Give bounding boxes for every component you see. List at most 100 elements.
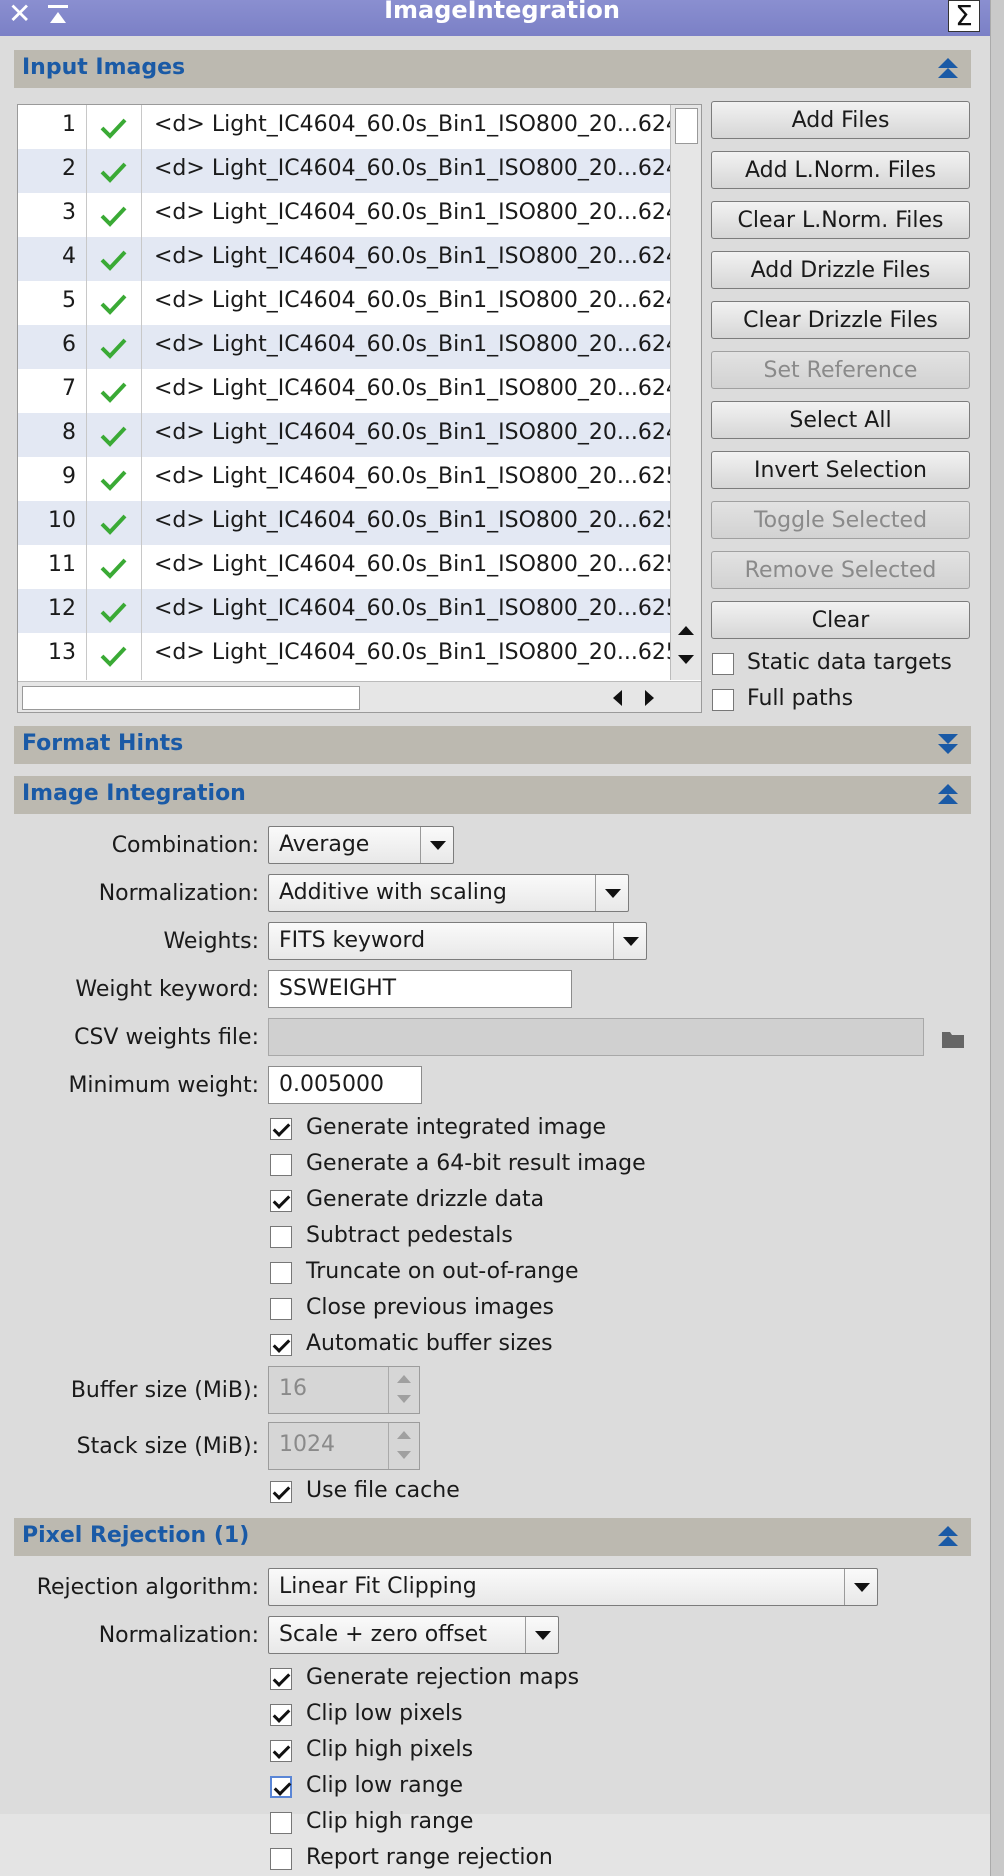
invert-selection-button[interactable]: Invert Selection: [711, 451, 970, 489]
close-previous-images-checkbox[interactable]: [270, 1298, 292, 1320]
vertical-scrollbar[interactable]: [670, 105, 701, 680]
generate-integrated-image-checkbox[interactable]: [270, 1118, 292, 1140]
csv-weights-input[interactable]: [268, 1018, 924, 1056]
file-name: <d> Light_IC4604_60.0s_Bin1_ISO800_20...…: [154, 552, 670, 577]
collapse-section-icon[interactable]: [935, 54, 961, 82]
enabled-check-icon[interactable]: [98, 465, 128, 495]
truncate-on-out-of-range-checkbox[interactable]: [270, 1262, 292, 1284]
spin-up-icon[interactable]: [397, 1375, 411, 1383]
enabled-check-icon[interactable]: [98, 377, 128, 407]
combination-select[interactable]: Average: [268, 826, 454, 864]
table-row[interactable]: 1 <d> Light_IC4604_60.0s_Bin1_ISO800_20..…: [18, 105, 670, 149]
table-row[interactable]: 8 <d> Light_IC4604_60.0s_Bin1_ISO800_20..…: [18, 413, 670, 457]
generate-integrated-image-label: Generate integrated image: [306, 1115, 607, 1140]
collapse-section-icon[interactable]: [935, 780, 961, 808]
enabled-check-icon[interactable]: [98, 421, 128, 451]
rejection-normalization-select[interactable]: Scale + zero offset: [268, 1616, 559, 1654]
generate-a-64-bit-result-image-checkbox[interactable]: [270, 1154, 292, 1176]
enabled-check-icon[interactable]: [98, 333, 128, 363]
spin-down-icon[interactable]: [397, 1451, 411, 1459]
enabled-check-icon[interactable]: [98, 157, 128, 187]
full-paths-checkbox[interactable]: [712, 689, 734, 711]
file-name: <d> Light_IC4604_60.0s_Bin1_ISO800_20...…: [154, 464, 670, 489]
spin-arrows[interactable]: [388, 1423, 419, 1469]
chevron-down-icon[interactable]: [525, 1617, 558, 1653]
table-row[interactable]: 6 <d> Light_IC4604_60.0s_Bin1_ISO800_20..…: [18, 325, 670, 369]
enabled-check-icon[interactable]: [98, 201, 128, 231]
spin-arrows[interactable]: [388, 1367, 419, 1413]
add-files-button[interactable]: Add Files: [711, 101, 970, 139]
select-all-button[interactable]: Select All: [711, 401, 970, 439]
subtract-pedestals-checkbox[interactable]: [270, 1226, 292, 1248]
clear-drizzle-files-button[interactable]: Clear Drizzle Files: [711, 301, 970, 339]
section-format-hints[interactable]: Format Hints: [14, 726, 971, 764]
table-row[interactable]: 2 <d> Light_IC4604_60.0s_Bin1_ISO800_20..…: [18, 149, 670, 193]
clear-lnorm-files-button[interactable]: Clear L.Norm. Files: [711, 201, 970, 239]
table-row[interactable]: 7 <d> Light_IC4604_60.0s_Bin1_ISO800_20..…: [18, 369, 670, 413]
table-row[interactable]: 5 <d> Light_IC4604_60.0s_Bin1_ISO800_20..…: [18, 281, 670, 325]
normalization-select[interactable]: Additive with scaling: [268, 874, 629, 912]
enabled-check-icon[interactable]: [98, 245, 128, 275]
clip-high-pixels-checkbox[interactable]: [270, 1740, 292, 1762]
generate-drizzle-data-checkbox[interactable]: [270, 1190, 292, 1212]
add-lnorm-files-button[interactable]: Add L.Norm. Files: [711, 151, 970, 189]
section-image-integration[interactable]: Image Integration: [14, 776, 971, 814]
toggle-selected-button[interactable]: Toggle Selected: [711, 501, 970, 539]
weight-keyword-input[interactable]: SSWEIGHT: [268, 970, 572, 1008]
spin-up-icon[interactable]: [397, 1431, 411, 1439]
set-reference-button[interactable]: Set Reference: [711, 351, 970, 389]
horizontal-scrollbar[interactable]: [18, 681, 701, 712]
clip-low-pixels-checkbox[interactable]: [270, 1704, 292, 1726]
enabled-check-icon[interactable]: [98, 289, 128, 319]
remove-selected-button[interactable]: Remove Selected: [711, 551, 970, 589]
buffer-size-value: 16: [279, 1376, 307, 1401]
table-row[interactable]: 12 <d> Light_IC4604_60.0s_Bin1_ISO800_20.…: [18, 589, 670, 633]
scroll-left-icon[interactable]: [610, 689, 624, 707]
use-file-cache-checkbox[interactable]: [270, 1481, 292, 1503]
automatic-buffer-sizes-checkbox[interactable]: [270, 1334, 292, 1356]
table-row[interactable]: 3 <d> Light_IC4604_60.0s_Bin1_ISO800_20..…: [18, 193, 670, 237]
clear-button[interactable]: Clear: [711, 601, 970, 639]
static-data-targets-checkbox[interactable]: [712, 653, 734, 675]
clip-low-range-checkbox[interactable]: [270, 1776, 292, 1798]
enabled-check-icon[interactable]: [98, 509, 128, 539]
table-row[interactable]: 11 <d> Light_IC4604_60.0s_Bin1_ISO800_20.…: [18, 545, 670, 589]
process-sigma-icon[interactable]: Σ: [948, 0, 980, 32]
input-files-table[interactable]: 1 <d> Light_IC4604_60.0s_Bin1_ISO800_20..…: [17, 104, 702, 713]
clip-high-range-checkbox[interactable]: [270, 1812, 292, 1834]
table-row[interactable]: 13 <d> Light_IC4604_60.0s_Bin1_ISO800_20.…: [18, 633, 670, 677]
section-input-images[interactable]: Input Images: [14, 50, 971, 88]
scroll-right-icon[interactable]: [643, 689, 657, 707]
chevron-down-icon[interactable]: [420, 827, 453, 863]
add-drizzle-files-button[interactable]: Add Drizzle Files: [711, 251, 970, 289]
collapse-section-icon[interactable]: [935, 1522, 961, 1550]
scroll-up-icon[interactable]: [677, 623, 695, 637]
report-range-rejection-checkbox[interactable]: [270, 1848, 292, 1870]
minimum-weight-input[interactable]: 0.005000: [268, 1066, 422, 1104]
table-row[interactable]: 4 <d> Light_IC4604_60.0s_Bin1_ISO800_20..…: [18, 237, 670, 281]
chevron-down-icon[interactable]: [595, 875, 628, 911]
spin-down-icon[interactable]: [397, 1395, 411, 1403]
enabled-check-icon[interactable]: [98, 553, 128, 583]
enabled-check-icon[interactable]: [98, 113, 128, 143]
scroll-thumb[interactable]: [22, 686, 360, 710]
scroll-down-icon[interactable]: [677, 653, 695, 667]
enabled-check-icon[interactable]: [98, 597, 128, 627]
enabled-check-icon[interactable]: [98, 641, 128, 671]
expand-section-icon[interactable]: [935, 730, 961, 758]
rejection-algorithm-label: Rejection algorithm:: [36, 1575, 259, 1600]
generate-rejection-maps-checkbox[interactable]: [270, 1668, 292, 1690]
chevron-down-icon[interactable]: [613, 923, 646, 959]
section-pixel-rejection[interactable]: Pixel Rejection (1): [14, 1518, 971, 1556]
table-row[interactable]: 9 <d> Light_IC4604_60.0s_Bin1_ISO800_20..…: [18, 457, 670, 501]
buffer-size-spinbox[interactable]: 16: [268, 1366, 420, 1414]
chevron-down-icon[interactable]: [844, 1569, 877, 1605]
table-row[interactable]: 10 <d> Light_IC4604_60.0s_Bin1_ISO800_20.…: [18, 501, 670, 545]
row-index: 6: [62, 332, 76, 357]
folder-icon[interactable]: [941, 1029, 965, 1049]
truncate-on-out-of-range-label: Truncate on out-of-range: [306, 1259, 579, 1284]
weights-select[interactable]: FITS keyword: [268, 922, 647, 960]
rejection-algorithm-select[interactable]: Linear Fit Clipping: [268, 1568, 878, 1606]
scroll-thumb[interactable]: [675, 108, 698, 144]
stack-size-spinbox[interactable]: 1024: [268, 1422, 420, 1470]
